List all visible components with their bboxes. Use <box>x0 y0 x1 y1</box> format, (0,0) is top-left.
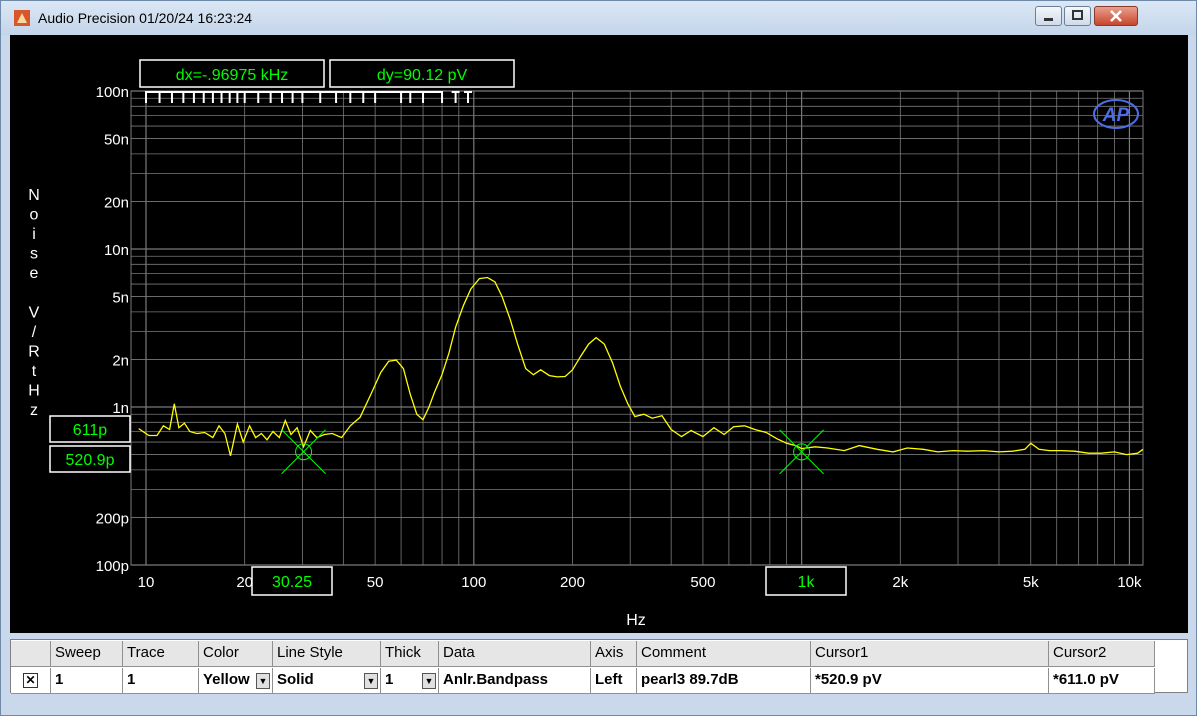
close-button[interactable] <box>1094 6 1138 26</box>
cell-comment[interactable]: pearl3 89.7dB <box>637 668 811 694</box>
header-data[interactable]: Data <box>439 641 591 667</box>
status-bar <box>1 697 1196 715</box>
checkbox-checked-icon[interactable]: ✕ <box>23 673 38 688</box>
x-tick-label: 500 <box>690 574 715 591</box>
y-tick-label: 10n <box>104 242 129 259</box>
minimize-icon <box>1044 18 1053 21</box>
dy-readout: dy=90.12 pV <box>329 59 515 88</box>
tick-marks <box>144 91 472 103</box>
cell-cursor1[interactable]: *520.9 pV <box>811 668 1049 694</box>
header-thick[interactable]: Thick <box>381 641 439 667</box>
cell-color[interactable]: Yellow ▼ <box>199 668 273 694</box>
header-axis[interactable]: Axis <box>591 641 637 667</box>
color-dropdown-icon[interactable]: ▼ <box>256 673 270 689</box>
y-tick-label: 20n <box>104 194 129 211</box>
x-tick-label: 100 <box>461 574 486 591</box>
x-tick-label: 20 <box>236 574 253 591</box>
svg-text:611p: 611p <box>73 422 108 439</box>
grid <box>130 90 1144 566</box>
title-bar: Audio Precision 01/20/24 16:23:24 <box>1 1 1196 35</box>
y-tick-label: 100n <box>96 84 129 101</box>
y-tick-label: 1n <box>112 400 129 417</box>
logo: AP <box>1093 99 1139 129</box>
line-style-dropdown-icon[interactable]: ▼ <box>364 673 378 689</box>
header-comment[interactable]: Comment <box>637 641 811 667</box>
svg-text:AP: AP <box>1102 105 1130 126</box>
header-sweep[interactable]: Sweep <box>51 641 123 667</box>
cell-cursor2[interactable]: *611.0 pV <box>1049 668 1155 694</box>
y-tick-label: 2n <box>112 352 129 369</box>
svg-text:1k: 1k <box>798 574 816 591</box>
svg-text:dy=90.12 pV: dy=90.12 pV <box>377 67 468 84</box>
cell-trace[interactable]: 1 <box>123 668 199 694</box>
minimize-button[interactable] <box>1035 6 1062 26</box>
row-enable-checkbox[interactable]: ✕ <box>11 668 51 694</box>
cell-color-value: Yellow <box>203 671 250 688</box>
noise-chart: 10 20 50 100 200 500 2k 5k 10k 100n 50n 20n 10n 5n 2n… <box>28 59 1144 629</box>
dx-readout: dx=-.96975 kHz <box>139 59 325 88</box>
audio-precision-app-icon <box>14 10 30 26</box>
cell-line-style[interactable]: Solid ▼ <box>273 668 381 694</box>
x-tick-label: 5k <box>1023 574 1039 591</box>
plot-area: 10 20 50 100 200 500 2k 5k 10k 100n 50n 20n 10n 5n 2n… <box>10 35 1188 633</box>
cursor-marker-1 <box>281 429 326 475</box>
x-tick-label: 10k <box>1117 574 1142 591</box>
trace-table: Sweep Trace Color Line Style Thick Data … <box>10 639 1188 694</box>
cell-thick[interactable]: 1 ▼ <box>381 668 439 694</box>
x-tick-label: 2k <box>892 574 908 591</box>
maximize-button[interactable] <box>1064 6 1091 26</box>
cell-data[interactable]: Anlr.Bandpass <box>439 668 591 694</box>
y-tick-label: 200p <box>96 510 129 527</box>
y-tick-labels: 100n 50n 20n 10n 5n 2n 1n 200p 100p <box>96 84 129 575</box>
cursor-markers <box>281 429 824 475</box>
close-icon <box>1110 10 1122 22</box>
svg-text:30.25: 30.25 <box>272 574 312 591</box>
svg-text:520.9p: 520.9p <box>66 452 115 469</box>
y-tick-label: 50n <box>104 132 129 149</box>
x-tick-label: 50 <box>367 574 384 591</box>
header-checkbox-col <box>11 641 51 667</box>
y-axis-label: No i s e V / Rt Hz <box>28 187 40 419</box>
header-cursor2[interactable]: Cursor2 <box>1049 641 1155 667</box>
app-window: Audio Precision 01/20/24 16:23:24 10 20 50… <box>0 0 1197 716</box>
cursor2-x-readout[interactable]: 1k <box>765 566 847 596</box>
header-line-style[interactable]: Line Style <box>273 641 381 667</box>
header-color[interactable]: Color <box>199 641 273 667</box>
series-line-anlr-bandpass <box>138 276 1144 457</box>
cell-axis[interactable]: Left <box>591 668 637 694</box>
thick-dropdown-icon[interactable]: ▼ <box>422 673 436 689</box>
cell-thick-value: 1 <box>385 671 394 688</box>
cursor1-x-readout[interactable]: 30.25 <box>251 566 333 596</box>
x-tick-label: 10 <box>138 574 155 591</box>
table-row[interactable]: ✕ 1 1 Yellow ▼ Solid ▼ 1 ▼ Anlr.Bandpass… <box>11 668 1155 694</box>
y-tick-label: 5n <box>112 290 129 307</box>
x-axis-label: Hz <box>626 612 646 629</box>
y-tick-label: 100p <box>96 558 129 575</box>
table-header: Sweep Trace Color Line Style Thick Data … <box>11 641 1155 667</box>
cell-sweep[interactable]: 1 <box>51 668 123 694</box>
header-cursor1[interactable]: Cursor1 <box>811 641 1049 667</box>
plot-frame <box>130 90 1144 566</box>
header-trace[interactable]: Trace <box>123 641 199 667</box>
cursor1-y-readout[interactable]: 520.9p <box>49 445 131 473</box>
x-tick-label: 200 <box>560 574 585 591</box>
cursor2-y-readout[interactable]: 611p <box>49 415 131 443</box>
maximize-icon <box>1072 10 1083 20</box>
window-title: Audio Precision 01/20/24 16:23:24 <box>38 10 253 26</box>
svg-text:dx=-.96975 kHz: dx=-.96975 kHz <box>176 67 289 84</box>
cell-line-style-value: Solid <box>277 671 314 688</box>
